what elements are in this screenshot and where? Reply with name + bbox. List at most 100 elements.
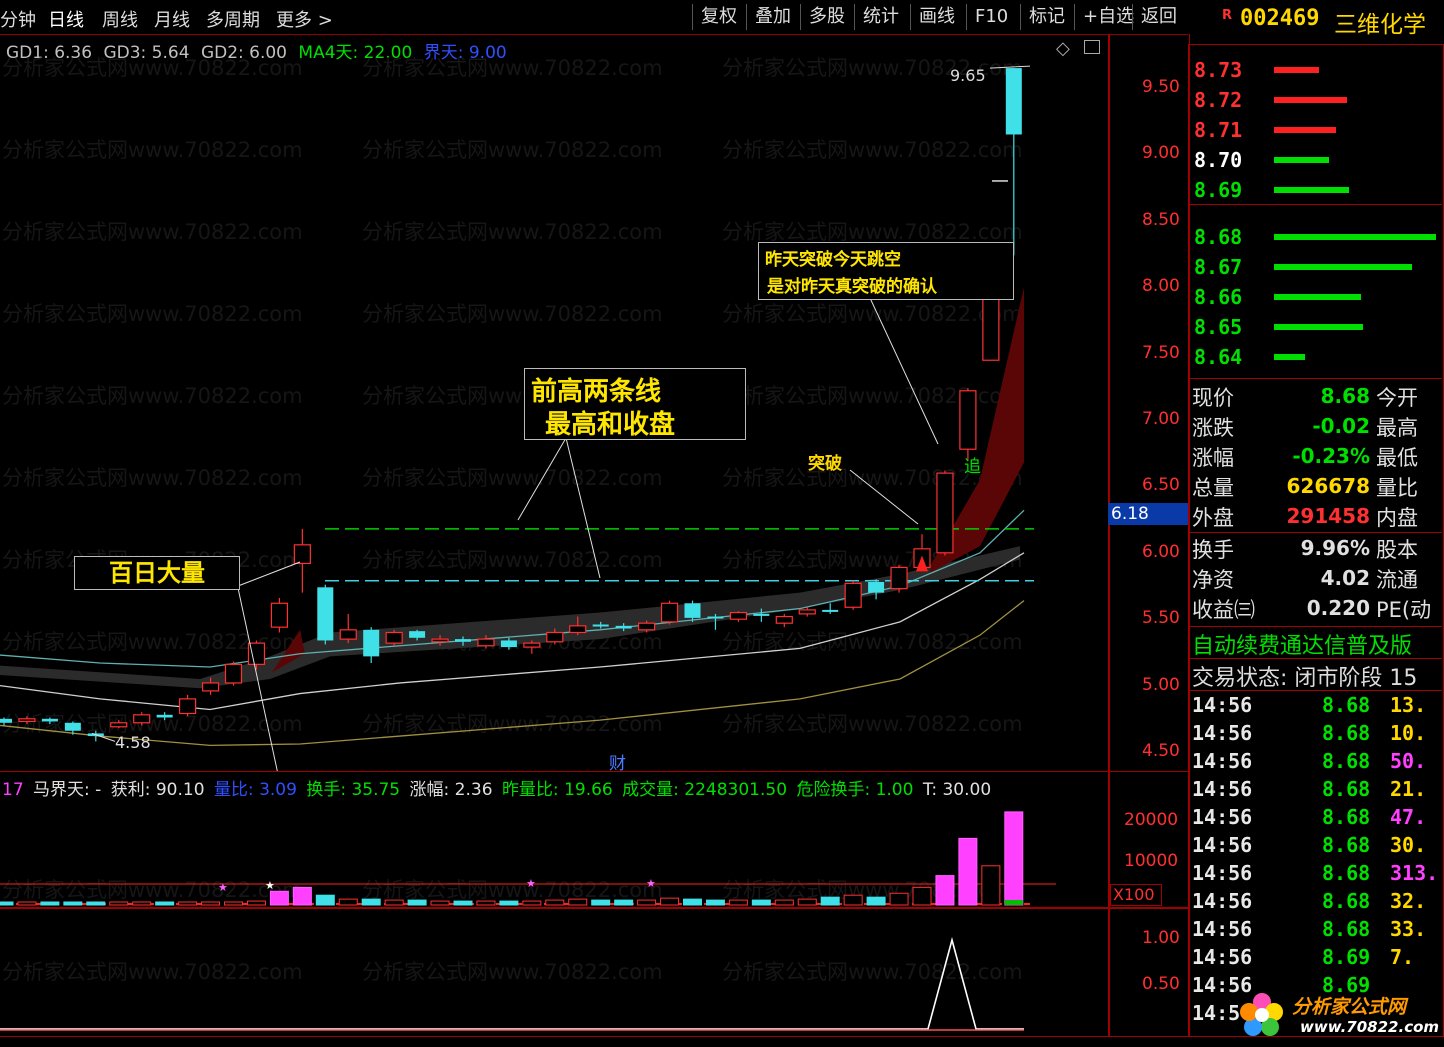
candle-body-up — [637, 622, 656, 631]
candle-body-down — [409, 631, 426, 638]
annotation-gap-confirm: 昨天突破今天跳空 是对昨天真突破的确认 — [758, 242, 1014, 300]
multi-stock-button[interactable]: 多股 — [800, 4, 853, 30]
fund-value: 0.220 — [1306, 596, 1370, 620]
fund-tail-label: 流通 — [1376, 568, 1418, 592]
fuquan-button[interactable]: 复权 — [692, 4, 745, 30]
candle-body-up — [569, 625, 587, 634]
quote-tail-label: 量比 — [1376, 476, 1418, 500]
draw-line-button[interactable]: 画线 — [910, 4, 963, 30]
candle-body-up — [18, 718, 36, 723]
volume-bar — [499, 900, 519, 906]
quote-label: 外盘 — [1192, 506, 1234, 530]
volume-bar — [912, 886, 932, 906]
order-price: 8.65 — [1194, 315, 1243, 339]
fund-label: 换手 — [1192, 538, 1234, 562]
volume-bar — [361, 898, 381, 906]
volume-bar — [315, 894, 335, 906]
pointer-high-line — [517, 437, 567, 521]
candle-body-down — [868, 582, 885, 593]
price-axis-label: 8.50 — [1142, 209, 1180, 230]
volume-bar — [545, 899, 565, 906]
fund-value: 4.02 — [1320, 566, 1370, 590]
volume-bar — [178, 901, 198, 906]
r-marker: R — [1222, 8, 1233, 23]
tick-price: 8.68 — [1322, 889, 1371, 913]
star-marker-icon: ★ — [646, 877, 656, 890]
lower-axis-05: 0.50 — [1142, 974, 1180, 994]
lower-axis-frame — [1108, 907, 1190, 1037]
tab-more[interactable]: 更多 > — [276, 6, 333, 32]
tab-multi-period[interactable]: 多周期 — [206, 6, 260, 32]
tick-volume: 32. — [1390, 889, 1427, 913]
tick-time: 14:56 — [1192, 833, 1253, 857]
statistics-button[interactable]: 统计 — [854, 4, 907, 30]
star-marker-icon: ★ — [218, 881, 228, 894]
tick-time: 14:56 — [1192, 777, 1253, 801]
star-marker-icon: ★ — [526, 877, 536, 890]
volume-chart: ★ ★ ★ ★ — [0, 811, 1056, 906]
candle-body-down — [41, 718, 58, 722]
tick-time: 14:56 — [1192, 805, 1253, 829]
quote-value: 626678 — [1286, 474, 1371, 498]
order-price: 8.72 — [1194, 88, 1243, 112]
tick-time: 14:56 — [1192, 861, 1253, 885]
volume-bar — [1004, 811, 1024, 906]
tick-volume: 21. — [1390, 777, 1427, 801]
volume-bar — [935, 875, 955, 906]
order-price: 8.66 — [1194, 285, 1243, 309]
candle-body-up — [890, 566, 908, 590]
back-button[interactable]: 返回 — [1132, 4, 1185, 30]
pointer-breakout — [849, 469, 919, 525]
volume-bar — [155, 901, 175, 906]
stock-code: 002469 — [1240, 6, 1320, 31]
quote-tail-label: 最低 — [1376, 446, 1418, 470]
volume-bar — [269, 890, 289, 906]
tab-monthly[interactable]: 月线 — [154, 6, 190, 32]
fund-value: 9.96% — [1300, 536, 1370, 560]
annotation-breakout: 突破 — [808, 454, 842, 474]
tick-price: 8.69 — [1322, 945, 1371, 969]
fund-tail-label: 股本 — [1376, 538, 1418, 562]
volume-bar — [751, 899, 771, 906]
price-axis-label: 6.50 — [1142, 475, 1180, 496]
quote-value: 291458 — [1286, 504, 1371, 528]
quote-divider-top — [1188, 378, 1442, 379]
mark-button[interactable]: 标记 — [1020, 4, 1073, 30]
candle-body-up — [339, 629, 357, 640]
quote-tail-label: 最高 — [1376, 416, 1418, 440]
tick-time: 14:56 — [1192, 917, 1253, 941]
scroll-banner[interactable]: 自动续费通达信普及版 — [1192, 628, 1442, 660]
volume-bar — [820, 896, 840, 906]
lower-axis-1: 1.00 — [1142, 928, 1180, 948]
volume-bar — [591, 899, 611, 906]
volume-bar — [292, 886, 312, 906]
logo-url: www.70822.com — [1300, 1018, 1440, 1036]
current-price-tag: 6.18 — [1108, 503, 1188, 525]
volume-bar — [705, 899, 725, 906]
candle-body-up — [982, 291, 1000, 361]
candle-body-up — [179, 698, 197, 715]
quote-value: -0.23% — [1292, 444, 1370, 468]
f10-button[interactable]: F10 — [966, 4, 1016, 30]
annotation-previous-high-line2: 最高和收盘 — [545, 410, 676, 440]
candle-body-up — [775, 615, 793, 624]
candle-body-up — [201, 682, 220, 692]
lower-indicator-chart — [0, 936, 1024, 1031]
candle-body-down — [707, 616, 724, 619]
volume-bar — [958, 837, 978, 906]
vol-axis-10000: 10000 — [1124, 851, 1179, 871]
volume-bar — [889, 892, 909, 906]
overlay-button[interactable]: 叠加 — [746, 4, 799, 30]
price-axis-label: 5.00 — [1142, 674, 1180, 695]
tick-volume: 47. — [1390, 805, 1427, 829]
candle-body-up — [110, 722, 128, 728]
tab-daily[interactable]: 日线 — [48, 6, 84, 32]
tab-minute[interactable]: 分钟 — [0, 6, 36, 32]
volume-bar — [637, 899, 657, 906]
price-axis-label: 7.00 — [1142, 409, 1180, 429]
quote-value: -0.02 — [1312, 414, 1370, 438]
tab-weekly[interactable]: 周线 — [102, 6, 138, 32]
tick-volume: 313. — [1390, 861, 1439, 885]
banner-divider — [1188, 658, 1442, 659]
pointer-baiyi — [237, 561, 301, 587]
